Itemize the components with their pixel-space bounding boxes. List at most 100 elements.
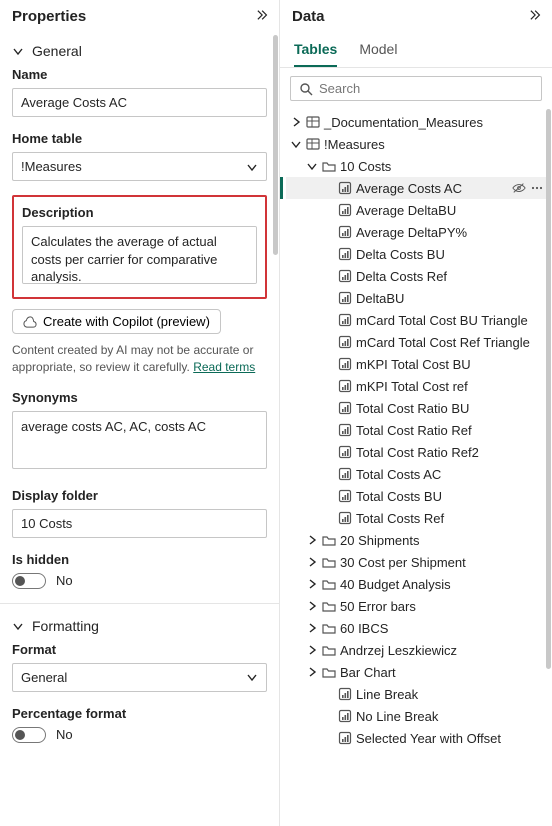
folder-item[interactable]: 60 IBCS: [286, 617, 548, 639]
name-label: Name: [12, 67, 267, 82]
tree-item-label: DeltaBU: [356, 291, 404, 306]
measure-icon: [338, 335, 352, 349]
collapse-data-icon[interactable]: [530, 8, 542, 25]
scrollbar[interactable]: [546, 109, 551, 669]
description-label: Description: [22, 205, 257, 220]
measure-item[interactable]: mKPI Total Cost BU: [286, 353, 548, 375]
folder-icon: [322, 533, 336, 547]
name-input[interactable]: [12, 88, 267, 117]
display-folder-input[interactable]: [12, 509, 267, 538]
tree-item-label: Andrzej Leszkiewicz: [340, 643, 457, 658]
measure-item[interactable]: Total Cost Ratio BU: [286, 397, 548, 419]
measure-item[interactable]: Total Costs Ref: [286, 507, 548, 529]
tree-item-label: !Measures: [324, 137, 385, 152]
is-hidden-label: Is hidden: [12, 552, 267, 567]
home-table-label: Home table: [12, 131, 267, 146]
hide-icon[interactable]: [512, 181, 526, 195]
tree-item-label: Total Cost Ratio Ref2: [356, 445, 479, 460]
copilot-icon: [23, 315, 37, 329]
chevron-right-icon: [306, 622, 318, 634]
measure-item[interactable]: DeltaBU: [286, 287, 548, 309]
collapse-properties-icon[interactable]: [257, 8, 269, 25]
folder-item[interactable]: Bar Chart: [286, 661, 548, 683]
create-with-copilot-button[interactable]: Create with Copilot (preview): [12, 309, 221, 334]
chevron-right-icon: [306, 666, 318, 678]
folder-item[interactable]: 30 Cost per Shipment: [286, 551, 548, 573]
data-tree: _Documentation_Measures !Measures 10 Costs…: [280, 109, 552, 759]
copilot-label: Create with Copilot (preview): [43, 314, 210, 329]
folder-10-costs[interactable]: 10 Costs: [286, 155, 548, 177]
tree-item-label: 40 Budget Analysis: [340, 577, 451, 592]
tree-item-label: Average Costs AC: [356, 181, 462, 196]
percentage-format-label: Percentage format: [12, 706, 267, 721]
folder-item[interactable]: 20 Shipments: [286, 529, 548, 551]
tree-item-label: Delta Costs Ref: [356, 269, 447, 284]
tree-item-label: Line Break: [356, 687, 418, 702]
measure-icon: [338, 181, 352, 195]
folder-item[interactable]: 50 Error bars: [286, 595, 548, 617]
measure-item[interactable]: Total Cost Ratio Ref: [286, 419, 548, 441]
section-formatting-label: Formatting: [32, 618, 99, 634]
percentage-format-toggle[interactable]: [12, 727, 46, 743]
display-folder-label: Display folder: [12, 488, 267, 503]
measure-item[interactable]: Selected Year with Offset: [286, 727, 548, 749]
measure-item[interactable]: Average Costs AC: [286, 177, 548, 199]
measure-icon: [338, 357, 352, 371]
home-table-select[interactable]: !Measures: [12, 152, 267, 181]
measure-item[interactable]: Average DeltaPY%: [286, 221, 548, 243]
is-hidden-value: No: [56, 573, 73, 588]
format-select[interactable]: General: [12, 663, 267, 692]
measure-item[interactable]: Delta Costs Ref: [286, 265, 548, 287]
measure-icon: [338, 423, 352, 437]
chevron-right-icon: [306, 556, 318, 568]
tree-item-label: mCard Total Cost Ref Triangle: [356, 335, 530, 350]
search-input[interactable]: Search: [290, 76, 542, 101]
tree-item-label: Total Cost Ratio Ref: [356, 423, 472, 438]
chevron-down-icon: [246, 161, 258, 173]
description-input[interactable]: [22, 226, 257, 284]
measure-item[interactable]: mCard Total Cost Ref Triangle: [286, 331, 548, 353]
measure-item[interactable]: Line Break: [286, 683, 548, 705]
synonyms-input[interactable]: [12, 411, 267, 469]
tree-item-label: 20 Shipments: [340, 533, 420, 548]
tab-model[interactable]: Model: [359, 35, 397, 67]
tree-item-label: Total Costs AC: [356, 467, 441, 482]
measure-icon: [338, 489, 352, 503]
measure-item[interactable]: Delta Costs BU: [286, 243, 548, 265]
more-icon[interactable]: [530, 181, 544, 195]
measure-icon: [338, 467, 352, 481]
folder-icon: [322, 643, 336, 657]
measure-icon: [338, 731, 352, 745]
tree-item-label: mKPI Total Cost BU: [356, 357, 471, 372]
folder-item[interactable]: 40 Budget Analysis: [286, 573, 548, 595]
measure-item[interactable]: Total Costs AC: [286, 463, 548, 485]
chevron-down-icon: [246, 671, 258, 683]
measure-icon: [338, 709, 352, 723]
chevron-down-icon: [306, 160, 318, 172]
measure-item[interactable]: Average DeltaBU: [286, 199, 548, 221]
tree-item-label: _Documentation_Measures: [324, 115, 483, 130]
measure-icon: [338, 445, 352, 459]
table-documentation-measures[interactable]: _Documentation_Measures: [286, 111, 548, 133]
measure-icon: [338, 687, 352, 701]
tree-item-label: Delta Costs BU: [356, 247, 445, 262]
tree-item-label: Average DeltaPY%: [356, 225, 467, 240]
measure-item[interactable]: Total Costs BU: [286, 485, 548, 507]
measure-item[interactable]: mCard Total Cost BU Triangle: [286, 309, 548, 331]
scrollbar[interactable]: [273, 35, 278, 255]
measure-item[interactable]: mKPI Total Cost ref: [286, 375, 548, 397]
measure-item[interactable]: No Line Break: [286, 705, 548, 727]
chevron-right-icon: [290, 116, 302, 128]
is-hidden-toggle[interactable]: [12, 573, 46, 589]
read-terms-link[interactable]: Read terms: [193, 360, 255, 374]
measure-item[interactable]: Total Cost Ratio Ref2: [286, 441, 548, 463]
section-general[interactable]: General: [12, 35, 267, 67]
tab-tables[interactable]: Tables: [294, 35, 337, 67]
measure-icon: [338, 401, 352, 415]
folder-item[interactable]: Andrzej Leszkiewicz: [286, 639, 548, 661]
folder-icon: [322, 621, 336, 635]
table-measures[interactable]: !Measures: [286, 133, 548, 155]
synonyms-label: Synonyms: [12, 390, 267, 405]
section-formatting[interactable]: Formatting: [12, 610, 267, 642]
divider: [0, 603, 279, 604]
